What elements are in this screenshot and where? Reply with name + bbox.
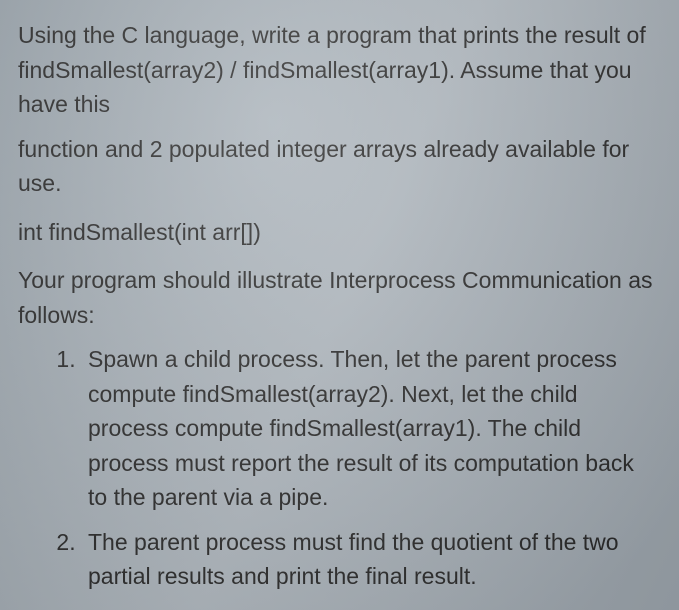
- step-item: The parent process must find the quotien…: [82, 525, 657, 594]
- intro-paragraph-1: Using the C language, write a program th…: [18, 18, 657, 122]
- instructions-lead: Your program should illustrate Interproc…: [18, 263, 657, 332]
- function-signature: int findSmallest(int arr[]): [18, 215, 657, 250]
- steps-list: Spawn a child process. Then, let the par…: [18, 342, 657, 594]
- question-body: Using the C language, write a program th…: [18, 18, 657, 594]
- intro-paragraph-2: function and 2 populated integer arrays …: [18, 132, 657, 201]
- step-item: Spawn a child process. Then, let the par…: [82, 342, 657, 515]
